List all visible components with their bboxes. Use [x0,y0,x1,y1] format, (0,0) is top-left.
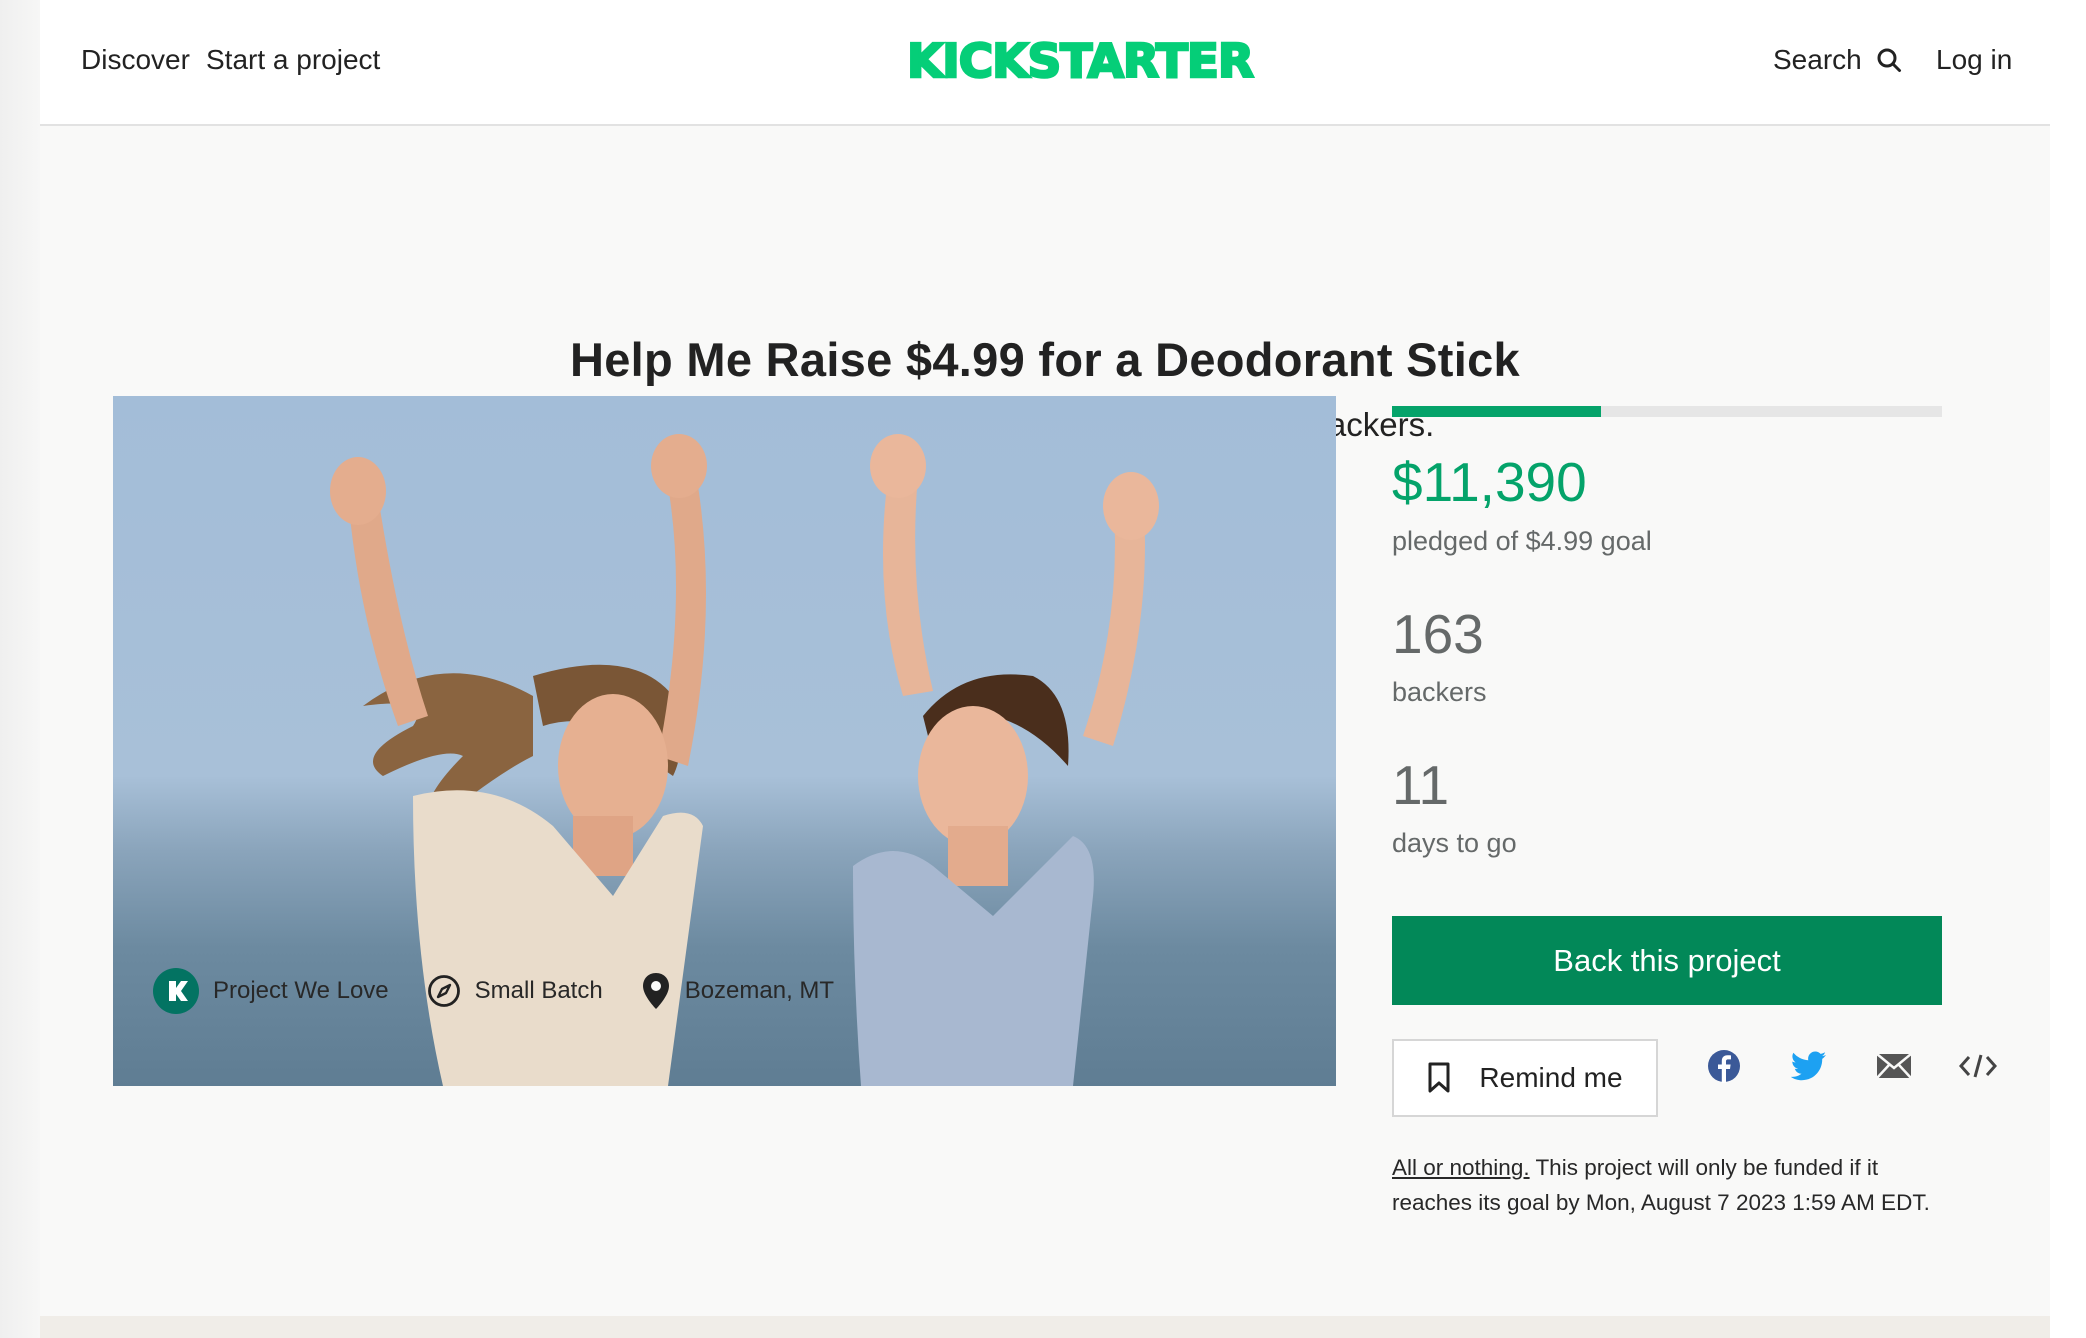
site-header: Discover Start a project KICKSTARTER Sea… [40,0,2050,126]
twitter-icon [1791,1051,1826,1081]
kickstarter-badge-icon [153,968,199,1014]
search-icon [1877,48,1901,72]
facebook-icon [1708,1050,1740,1083]
days-left-count: 11 [1392,754,1450,816]
all-or-nothing-link[interactable]: All or nothing. [1392,1155,1530,1180]
remind-me-button[interactable]: Remind me [1392,1039,1658,1117]
project-title: Help Me Raise $4.99 for a Deodorant Stic… [569,333,1520,386]
facebook-share-button[interactable] [1704,1046,1744,1086]
location-label: Bozeman, MT [684,977,835,1004]
kickstarter-logo[interactable]: KICKSTARTER [896,30,1263,92]
embed-icon [1959,1054,1997,1078]
twitter-share-button[interactable] [1789,1046,1829,1086]
email-icon [1876,1053,1912,1079]
email-share-button[interactable] [1874,1046,1914,1086]
backers-label: backers [1392,677,1487,707]
map-pin-icon [642,973,669,1009]
nav-discover[interactable]: Discover [81,44,190,76]
backers-count: 163 [1392,603,1484,665]
location-link[interactable]: Bozeman, MT [641,971,834,1011]
funding-terms: All or nothing. This project will only b… [1392,1150,1952,1220]
days-left-label: days to go [1392,828,1517,858]
back-this-project-button[interactable]: Back this project [1392,916,1942,1005]
page-gutter-left [0,0,40,1338]
category-label: Small Batch [474,977,603,1004]
embed-button[interactable] [1958,1046,1998,1086]
badge-label: Project We Love [213,977,389,1004]
project-hero-section: Help Me Raise $4.99 for a Deodorant Stic… [40,126,2050,1316]
person-right [853,434,1159,1086]
pledged-label: pledged of $4.99 goal [1392,526,1652,556]
category-link[interactable]: Small Batch [427,974,603,1008]
compass-icon [427,975,460,1007]
project-we-love-badge[interactable]: Project We Love [153,968,389,1014]
search-label: Search [1773,44,1862,75]
login-link[interactable]: Log in [1936,44,2012,76]
search-button[interactable]: Search [1773,44,1902,76]
bookmark-icon [1428,1062,1450,1093]
section-divider [40,1316,2050,1338]
funding-progress-fill [1392,406,1601,417]
funding-progress-bar [1392,406,1942,417]
page-gutter-right [2050,0,2086,1338]
nav-start-project[interactable]: Start a project [206,44,380,76]
remind-me-label: Remind me [1479,1062,1623,1093]
project-meta: Project We Love Small Batch Bozeman, MT [113,968,872,1014]
pledged-amount: $11,390 [1392,451,1587,513]
